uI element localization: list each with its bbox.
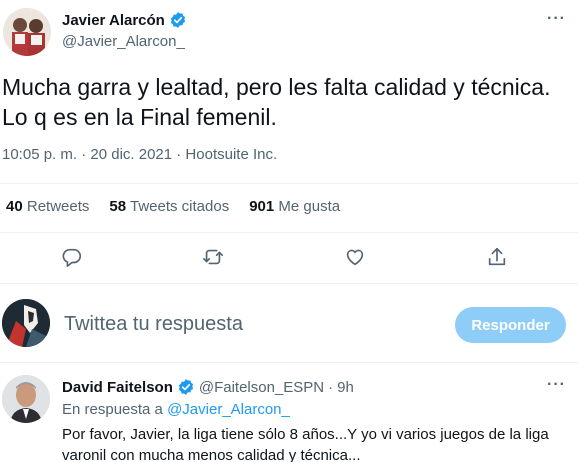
author-name-text[interactable]: Javier Alarcón [62,12,165,29]
replying-to-prefix: En respuesta a [62,401,163,418]
divider [0,283,578,284]
reply-author-name[interactable]: David Faitelson [62,379,173,396]
verified-badge-icon [170,12,185,28]
tweet-timestamp[interactable]: 10:05 p. m. · 20 dic. 2021 · Hootsuite I… [2,146,277,163]
author-avatar[interactable] [3,8,51,56]
author-handle[interactable]: @Javier_Alarcon_ [62,33,185,50]
more-options-icon[interactable]: ··· [547,10,566,28]
more-options-icon[interactable]: ··· [547,376,566,394]
reply-input[interactable]: Twittea tu respuesta [64,313,243,336]
reply-author-line: David Faitelson @Faitelson_ESPN · 9h [62,378,354,396]
retweet-icon[interactable] [202,246,226,270]
verified-badge-icon [178,379,193,395]
retweets-stat[interactable]: 40 Retweets [6,198,89,215]
replying-to-link[interactable]: @Javier_Alarcon_ [167,401,290,418]
reply-author-handle[interactable]: @Faitelson_ESPN [199,379,324,396]
reply-text: Por favor, Javier, la liga tiene sólo 8 … [62,426,549,462]
author-name[interactable]: Javier Alarcón [62,11,187,29]
divider [0,232,578,233]
likes-stat[interactable]: 901 Me gusta [249,198,340,215]
reply-author-avatar[interactable] [2,375,50,423]
divider [0,183,578,184]
tweet-stats: 40 Retweets 58 Tweets citados 901 Me gus… [6,198,340,215]
quotes-stat[interactable]: 58 Tweets citados [109,198,229,215]
separator-dot: · [328,378,334,396]
reply-icon[interactable] [61,246,85,270]
reply-time[interactable]: 9h [337,379,354,396]
divider [0,362,578,363]
tweet-text: Mucha garra y lealtad, pero les falta ca… [2,74,551,130]
replying-to: En respuesta a @Javier_Alarcon_ [62,401,290,418]
share-icon[interactable] [486,246,510,270]
reply-submit-button[interactable]: Responder [455,307,566,343]
current-user-avatar[interactable] [2,299,50,347]
like-icon[interactable] [344,246,368,270]
